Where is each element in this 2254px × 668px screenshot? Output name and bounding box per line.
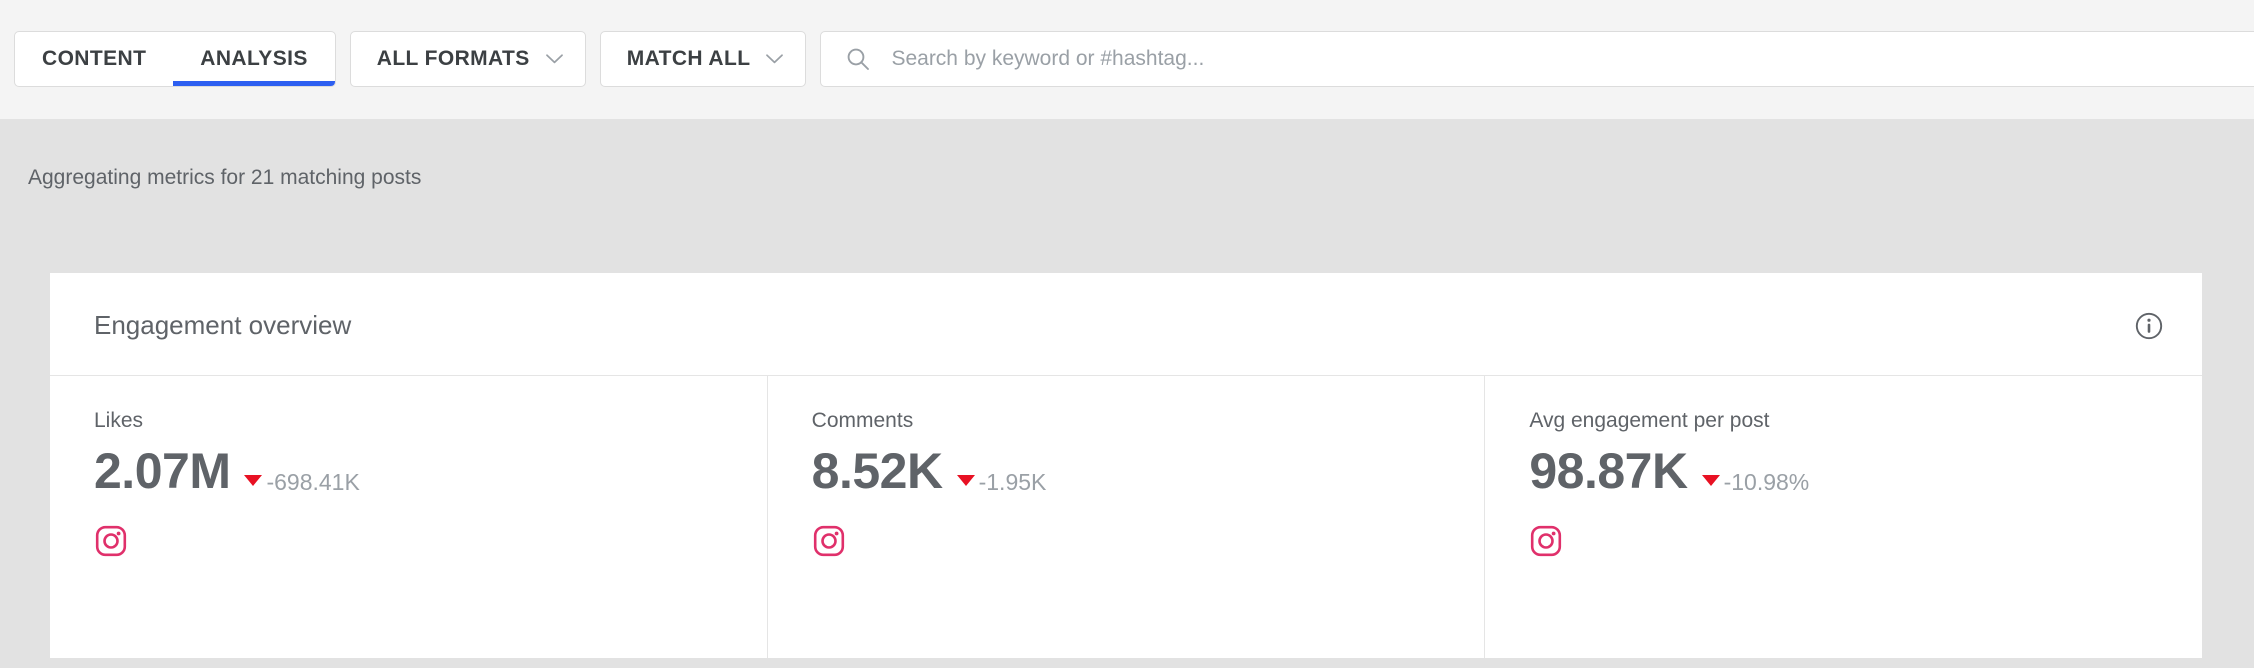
- metric-value: 2.07M: [94, 443, 231, 499]
- info-circle-icon[interactable]: [2134, 311, 2164, 341]
- metric-label: Avg engagement per post: [1529, 409, 1770, 432]
- metric-delta-value: -1.95K: [978, 469, 1047, 495]
- tab-analysis[interactable]: ANALYSIS: [173, 32, 335, 86]
- match-filter-label: MATCH ALL: [626, 47, 751, 70]
- metric-value: 8.52K: [811, 443, 943, 499]
- metric-value-row: 2.07M -698.41K: [94, 445, 767, 498]
- engagement-overview-card: Engagement overview Likes 2.07M -698.41K: [50, 273, 2202, 658]
- tab-content[interactable]: CONTENT: [15, 32, 173, 86]
- chevron-down-icon: [545, 54, 563, 64]
- search-box[interactable]: [820, 31, 2254, 87]
- triangle-down-icon: [1701, 475, 1720, 486]
- toolbar-controls: CONTENT ANALYSIS ALL FORMATS MATCH ALL: [14, 31, 2254, 87]
- formats-filter-dropdown[interactable]: ALL FORMATS: [349, 31, 586, 87]
- search-icon: [845, 46, 871, 72]
- metric-likes: Likes 2.07M -698.41K: [50, 376, 767, 658]
- metric-delta: -698.41K: [244, 469, 360, 496]
- triangle-down-icon: [956, 475, 975, 486]
- metric-label: Comments: [811, 409, 914, 432]
- search-input[interactable]: [891, 47, 2254, 71]
- instagram-icon: [812, 524, 846, 558]
- top-toolbar: CONTENT ANALYSIS ALL FORMATS MATCH ALL: [0, 0, 2254, 120]
- page-title: Engagement overview: [94, 310, 352, 340]
- metric-delta: -1.95K: [956, 469, 1047, 496]
- metrics-row: Likes 2.07M -698.41K Comments 8.52K -1.9…: [50, 376, 2202, 658]
- view-tab-group: CONTENT ANALYSIS: [14, 31, 336, 87]
- metric-delta-value: -698.41K: [266, 469, 360, 495]
- metric-delta-value: -10.98%: [1723, 469, 1810, 495]
- triangle-down-icon: [244, 475, 263, 486]
- card-header: Engagement overview: [50, 273, 2202, 376]
- formats-filter-label: ALL FORMATS: [376, 47, 530, 70]
- instagram-icon: [1529, 524, 1563, 558]
- metric-delta: -10.98%: [1701, 469, 1810, 496]
- metric-value: 98.87K: [1529, 443, 1688, 499]
- chevron-down-icon: [766, 54, 784, 64]
- aggregating-status-text: Aggregating metrics for 21 matching post…: [28, 166, 422, 189]
- status-strip: Aggregating metrics for 21 matching post…: [0, 120, 2254, 273]
- match-filter-dropdown[interactable]: MATCH ALL: [599, 31, 807, 87]
- metric-value-row: 98.87K -10.98%: [1529, 445, 2202, 498]
- metric-comments: Comments 8.52K -1.95K: [766, 376, 1485, 658]
- metric-avg-engagement-per-post: Avg engagement per post 98.87K -10.98%: [1484, 376, 2202, 658]
- metric-label: Likes: [94, 409, 144, 432]
- metric-value-row: 8.52K -1.95K: [812, 445, 1485, 498]
- instagram-icon: [94, 524, 128, 558]
